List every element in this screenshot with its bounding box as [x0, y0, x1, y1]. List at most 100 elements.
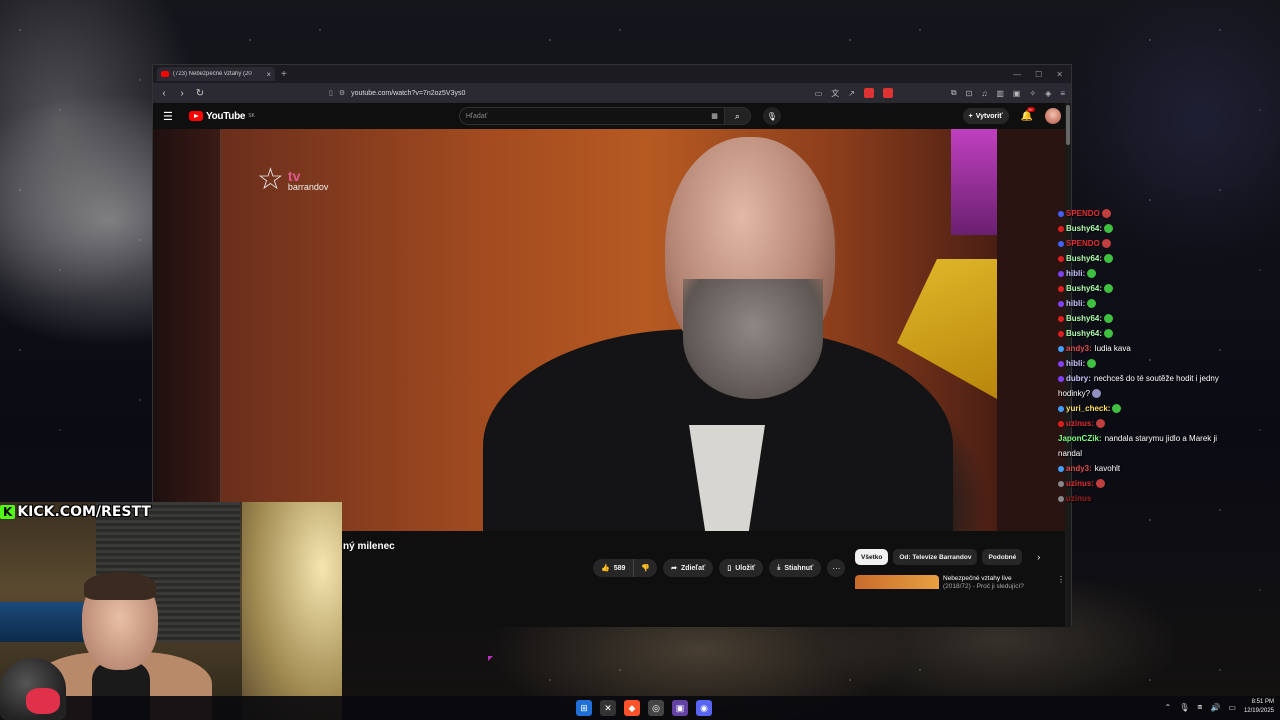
url-field[interactable]: ▯ ⚙ youtube.com/watch?v=7n2oz5V3ys0	[329, 89, 465, 98]
chat-username[interactable]: Bushy64:	[1066, 329, 1102, 338]
chat-badge-icon	[1058, 480, 1064, 487]
chat-text: ludia kava	[1094, 344, 1131, 353]
volume-icon[interactable]: 🔊	[1210, 703, 1220, 712]
microphone-icon: 🎙	[766, 111, 777, 121]
like-button[interactable]: 👍 589	[593, 559, 634, 577]
chat-username[interactable]: Bushy64:	[1066, 284, 1102, 293]
account-avatar[interactable]	[1045, 108, 1061, 124]
chat-badge-icon	[1058, 270, 1064, 277]
translate-icon[interactable]: 文	[831, 88, 839, 99]
share-page-icon[interactable]: ↗	[848, 89, 855, 98]
maximize-button[interactable]: ☐	[1035, 70, 1042, 79]
chrome-icon[interactable]: ◎	[648, 700, 664, 716]
site-info-icon[interactable]: ⚙	[339, 89, 345, 97]
chat-username[interactable]: Bushy64:	[1066, 224, 1102, 233]
share-button[interactable]: ➦ Zdieľať	[663, 559, 714, 577]
brave-shield-icon[interactable]	[863, 88, 874, 98]
close-window-button[interactable]: ✕	[1056, 70, 1063, 79]
music-icon[interactable]: ♫	[981, 89, 987, 98]
chat-message: JaponCZik: nandala starymu jidlo a Marek …	[1058, 431, 1238, 461]
chat-username[interactable]: uzinus	[1066, 494, 1091, 503]
notifications-button[interactable]: 🔔 9+	[1021, 106, 1036, 122]
chat-username[interactable]: andy3:	[1066, 464, 1092, 473]
chat-username[interactable]: dubry:	[1066, 374, 1091, 383]
chip-from-channel[interactable]: Od: Televize Barrandov	[893, 549, 978, 565]
bookmark-icon[interactable]: ▯	[329, 89, 333, 97]
voice-search-button[interactable]: 🎙	[762, 107, 781, 125]
battery-icon[interactable]: ▭	[1228, 703, 1236, 712]
menu-icon[interactable]: ≡	[1060, 89, 1065, 98]
extensions-icon[interactable]: ⧉	[951, 88, 957, 98]
chat-badge-icon	[1058, 495, 1064, 502]
windows-taskbar: ⊞ ✕ ◆ ◎ ▣ ◉ ⌃ 🎙 ⧈ 🔊 ▭ 8:51 PM 12/19/2025	[0, 696, 1280, 720]
chip-all[interactable]: Všetko	[855, 549, 889, 565]
minimize-button[interactable]: —	[1013, 70, 1021, 79]
chat-username[interactable]: SPENDO	[1066, 209, 1100, 218]
tv-barrandov-logo: ☆ tv barrandov	[257, 165, 328, 195]
url-text[interactable]: youtube.com/watch?v=7n2oz5V3ys0	[351, 90, 465, 97]
search-button[interactable]: ⌕	[724, 107, 751, 125]
microphone-tray-icon[interactable]: 🎙	[1179, 703, 1189, 712]
tab-close-icon[interactable]: ×	[266, 70, 271, 79]
video-title: ný milenec	[343, 541, 395, 552]
chat-badge-icon	[1058, 225, 1064, 232]
save-label: Uložiť	[735, 564, 756, 572]
task-view-icon[interactable]: ✕	[600, 700, 616, 716]
scrollbar-thumb[interactable]	[1066, 105, 1070, 145]
chat-message: SPENDO	[1058, 206, 1238, 221]
system-clock[interactable]: 8:51 PM 12/19/2025	[1244, 698, 1274, 716]
save-button[interactable]: ▯ Uložiť	[719, 559, 764, 577]
dislike-button[interactable]: 👎	[633, 559, 658, 577]
chat-username[interactable]: yuri_check:	[1066, 404, 1110, 413]
chat-username[interactable]: Bushy64:	[1066, 314, 1102, 323]
chip-related[interactable]: Podobné	[982, 549, 1023, 565]
recommended-thumbnail[interactable]	[855, 575, 939, 589]
chat-message: andy3: ludia kava	[1058, 341, 1238, 356]
chat-username[interactable]: JaponCZik:	[1058, 434, 1102, 443]
network-icon[interactable]: ⧈	[1197, 702, 1202, 712]
chat-username[interactable]: uzinus:	[1066, 419, 1094, 428]
screenshot-icon[interactable]: ⊡	[966, 89, 973, 98]
chat-username[interactable]: hibli:	[1066, 299, 1085, 308]
recommended-menu-icon[interactable]: ⋮	[1057, 575, 1065, 591]
chat-message: andy3: kavohlt	[1058, 461, 1238, 476]
keyboard-icon[interactable]: ▦	[711, 112, 718, 120]
youtube-logo[interactable]: YouTube SK	[189, 111, 255, 122]
back-arrow-icon[interactable]: ‹	[159, 88, 169, 99]
recommended-video[interactable]: Nebezpečné vztahy live (2018/72) - Proč …	[855, 575, 1065, 591]
reload-icon[interactable]: ↻	[195, 88, 205, 99]
hamburger-menu-icon[interactable]: ☰	[163, 110, 179, 123]
more-actions-button[interactable]: ···	[827, 559, 846, 577]
rewards-icon[interactable]	[882, 88, 893, 98]
chevron-right-icon[interactable]: ›	[1037, 552, 1040, 562]
wallet-icon[interactable]: ▣	[1013, 89, 1021, 98]
download-button[interactable]: ⤓ Stiahnuť	[769, 559, 822, 577]
chat-username[interactable]: SPENDO	[1066, 239, 1100, 248]
chat-username[interactable]: Bushy64:	[1066, 254, 1102, 263]
leo-icon[interactable]: ✧	[1029, 89, 1036, 98]
chat-emote-icon	[1104, 224, 1114, 234]
create-button[interactable]: + Vytvoriť	[962, 108, 1009, 124]
star-logo-icon: ☆	[257, 163, 284, 196]
twitch-icon[interactable]: ▣	[672, 700, 688, 716]
forward-arrow-icon[interactable]: ›	[177, 88, 187, 99]
new-tab-button[interactable]: +	[281, 69, 287, 80]
chat-username[interactable]: andy3:	[1066, 344, 1092, 353]
window-controls: — ☐ ✕	[1013, 70, 1071, 79]
chat-message: uzinus:	[1058, 416, 1238, 431]
browser-tab-youtube[interactable]: (723) Nebezpečné vztahy (20 ×	[157, 67, 275, 81]
recommended-title[interactable]: Nebezpečné vztahy live	[943, 575, 1053, 583]
start-windows-icon[interactable]: ⊞	[576, 700, 592, 716]
chat-username[interactable]: uzinus:	[1066, 479, 1094, 488]
tray-chevron-icon[interactable]: ⌃	[1164, 703, 1171, 712]
logo-brand-text: barrandov	[287, 181, 329, 192]
brave-browser-icon[interactable]: ◆	[624, 700, 640, 716]
sidebar-icon[interactable]: ▥	[996, 89, 1004, 98]
search-input[interactable]: Hľadať ▦	[458, 107, 725, 125]
chat-username[interactable]: hibli:	[1066, 359, 1085, 368]
cast-icon[interactable]: ▭	[815, 89, 823, 98]
chat-message: hibli:	[1058, 356, 1238, 371]
discord-icon[interactable]: ◉	[696, 700, 712, 716]
chat-username[interactable]: hibli:	[1066, 269, 1085, 278]
vpn-icon[interactable]: ◈	[1045, 89, 1051, 98]
